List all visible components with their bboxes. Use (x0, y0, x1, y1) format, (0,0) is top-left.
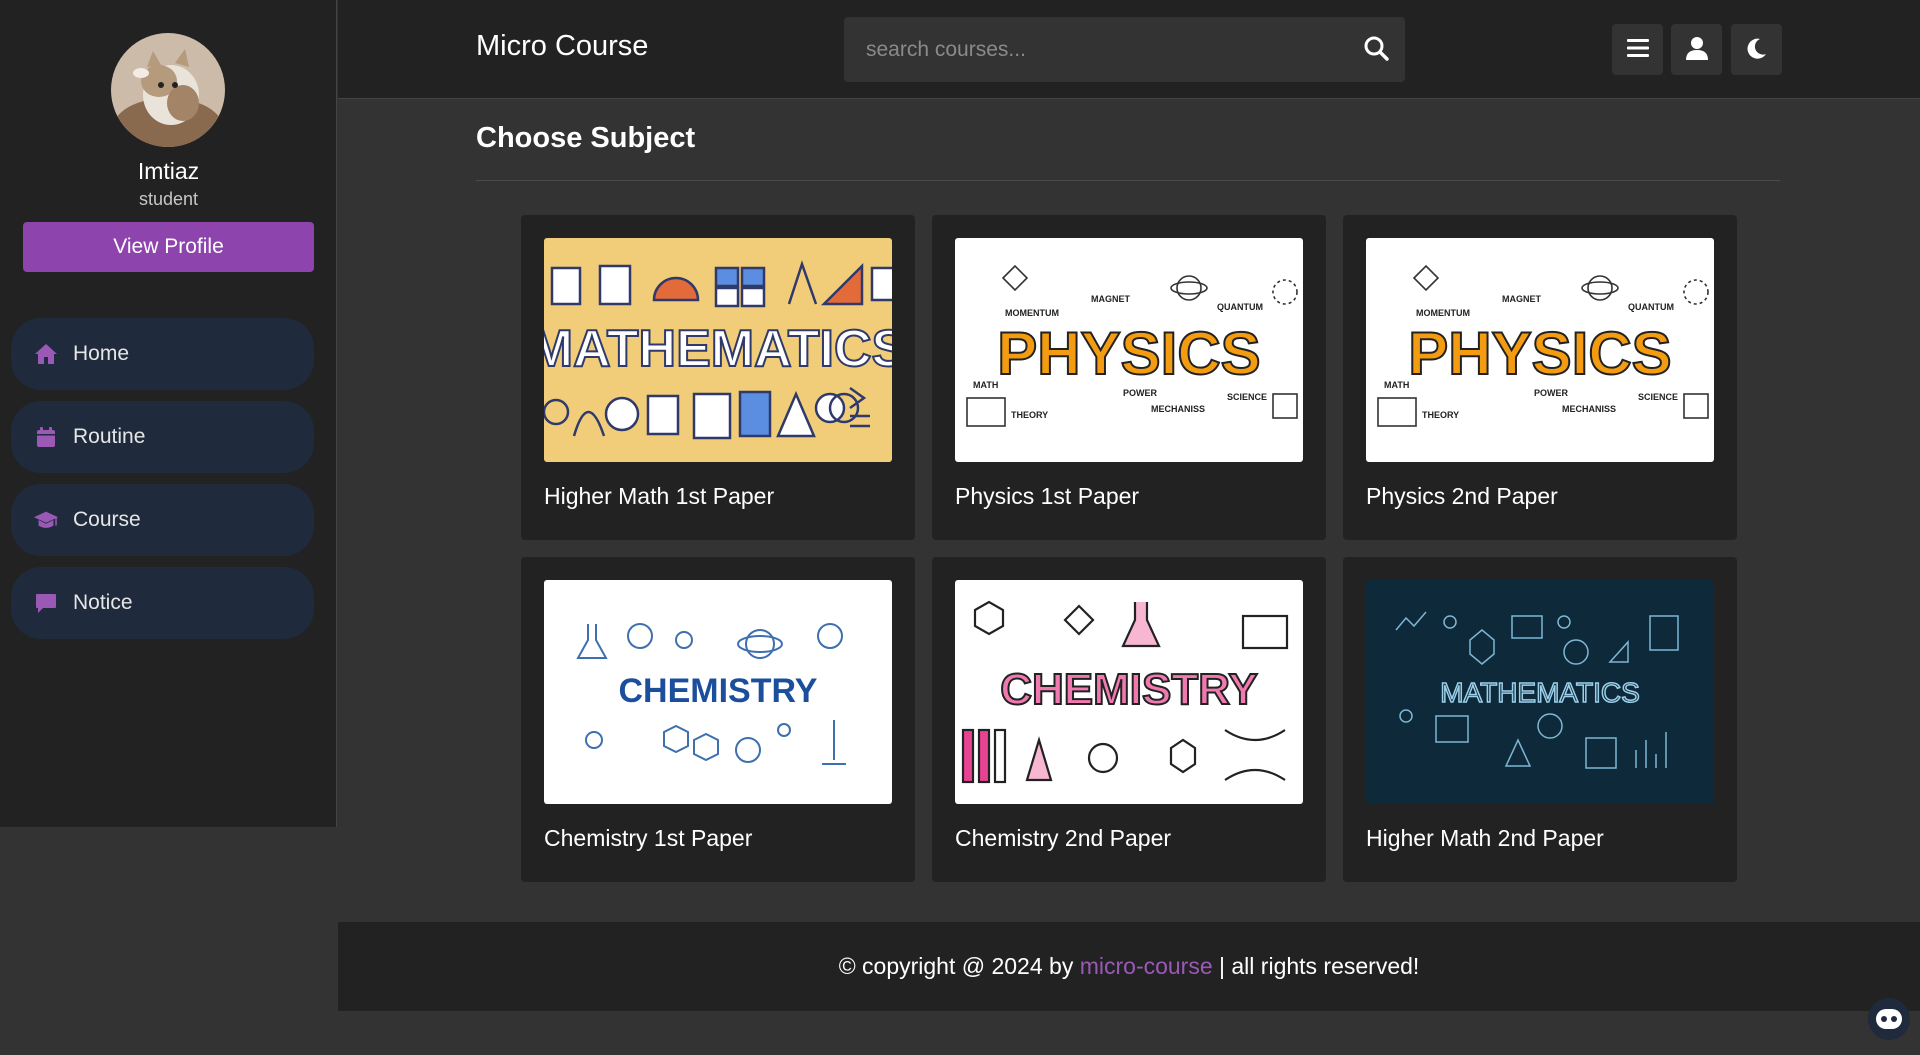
sidebar: Imtiaz student View Profile Home Routine… (0, 0, 337, 827)
course-title: Chemistry 1st Paper (544, 825, 753, 851)
thumbnail-label: SCIENCE (1638, 392, 1678, 402)
footer-text-suffix: | all rights reserved! (1212, 953, 1420, 979)
search-button[interactable] (1361, 34, 1391, 64)
thumbnail-label: MECHANISS (1151, 404, 1205, 414)
thumbnail-text: MATHEMATICS (1440, 677, 1640, 708)
page-title: Choose Subject (476, 122, 696, 154)
thumbnail-label: SCIENCE (1227, 392, 1267, 402)
sidebar-item-label: Routine (73, 425, 146, 448)
course-card-physics-2nd[interactable]: MOMENTUM MAGNET QUANTUM MATH THEORY POWE… (1343, 215, 1737, 540)
footer: © copyright @ 2024 by micro-course | all… (338, 922, 1920, 1011)
course-thumbnail: CHEMISTRY (955, 580, 1303, 804)
course-thumbnail: CHEMISTRY (544, 580, 892, 804)
search-icon (1363, 36, 1389, 64)
sidebar-item-home[interactable]: Home (11, 318, 314, 390)
course-thumbnail: MOMENTUM MAGNET QUANTUM MATH THEORY POWE… (1366, 238, 1714, 462)
top-header: Micro Course (338, 0, 1920, 99)
user-icon (1685, 36, 1708, 63)
course-thumbnail: MATHEMATICS (544, 238, 892, 462)
user-button[interactable] (1671, 24, 1722, 75)
sidebar-item-routine[interactable]: Routine (11, 401, 314, 473)
sidebar-item-label: Home (73, 342, 130, 365)
thumbnail-label: MOMENTUM (1416, 308, 1470, 318)
graduation-cap-icon (33, 507, 59, 533)
thumbnail-text: CHEMISTRY (619, 672, 818, 710)
course-card-physics-1st[interactable]: MOMENTUM MAGNET QUANTUM MATH THEORY POWE… (932, 215, 1326, 540)
thumbnail-label: QUANTUM (1217, 302, 1263, 312)
theme-toggle-button[interactable] (1731, 24, 1782, 75)
view-profile-button[interactable]: View Profile (23, 222, 314, 272)
home-icon (33, 341, 59, 367)
comment-icon (33, 590, 59, 616)
thumbnail-label: MATH (1384, 380, 1409, 390)
thumbnail-text: CHEMISTRY (1000, 665, 1258, 714)
thumbnail-label: THEORY (1422, 410, 1459, 420)
footer-text-prefix: © copyright @ 2024 by (838, 953, 1080, 979)
avatar[interactable] (111, 33, 225, 147)
sidebar-item-label: Notice (73, 591, 133, 614)
thumbnail-label: MECHANISS (1562, 404, 1616, 414)
thumbnail-label: MAGNET (1502, 294, 1541, 304)
thumbnail-label: THEORY (1011, 410, 1048, 420)
thumbnail-text: PHYSICS (997, 320, 1260, 387)
course-title: Higher Math 1st Paper (544, 483, 775, 509)
menu-button[interactable] (1612, 24, 1663, 75)
course-title: Physics 1st Paper (955, 483, 1140, 509)
footer-link[interactable]: micro-course (1080, 953, 1213, 980)
course-thumbnail: MOMENTUM MAGNET QUANTUM MATH THEORY POWE… (955, 238, 1303, 462)
sidebar-item-course[interactable]: Course (11, 484, 314, 556)
menu-icon (1626, 38, 1649, 61)
thumbnail-label: MAGNET (1091, 294, 1130, 304)
sidebar-item-notice[interactable]: Notice (11, 567, 314, 639)
thumbnail-label: MATH (973, 380, 998, 390)
profile-role: student (138, 189, 199, 209)
brand-title[interactable]: Micro Course (476, 30, 648, 63)
course-card-chemistry-1st[interactable]: CHEMISTRY Chemistry 1st Paper (521, 557, 915, 882)
thumbnail-label: QUANTUM (1628, 302, 1674, 312)
thumbnail-text: PHYSICS (1408, 320, 1671, 387)
course-card-chemistry-2nd[interactable]: CHEMISTRY Chemistry 2nd Paper (932, 557, 1326, 882)
course-title: Physics 2nd Paper (1366, 483, 1558, 509)
course-card-higher-math-1st[interactable]: MATHEMATICS Higher Math 1st Paper (521, 215, 915, 540)
calendar-icon (33, 424, 59, 450)
search-input[interactable] (844, 17, 1344, 82)
moon-icon (1746, 37, 1768, 62)
profile-name: Imtiaz (137, 158, 200, 184)
chatbot-icon[interactable] (1868, 998, 1910, 1040)
thumbnail-label: POWER (1534, 388, 1569, 398)
thumbnail-label: MOMENTUM (1005, 308, 1059, 318)
course-card-higher-math-2nd[interactable]: MATHEMATICS Higher Math 2nd Paper (1343, 557, 1737, 882)
search-box (844, 17, 1405, 82)
sidebar-item-label: Course (73, 508, 141, 531)
course-title: Chemistry 2nd Paper (955, 825, 1172, 851)
thumbnail-text: MATHEMATICS (544, 320, 892, 378)
thumbnail-label: POWER (1123, 388, 1158, 398)
course-thumbnail: MATHEMATICS (1366, 580, 1714, 804)
course-title: Higher Math 2nd Paper (1366, 825, 1604, 851)
divider (476, 180, 1780, 181)
